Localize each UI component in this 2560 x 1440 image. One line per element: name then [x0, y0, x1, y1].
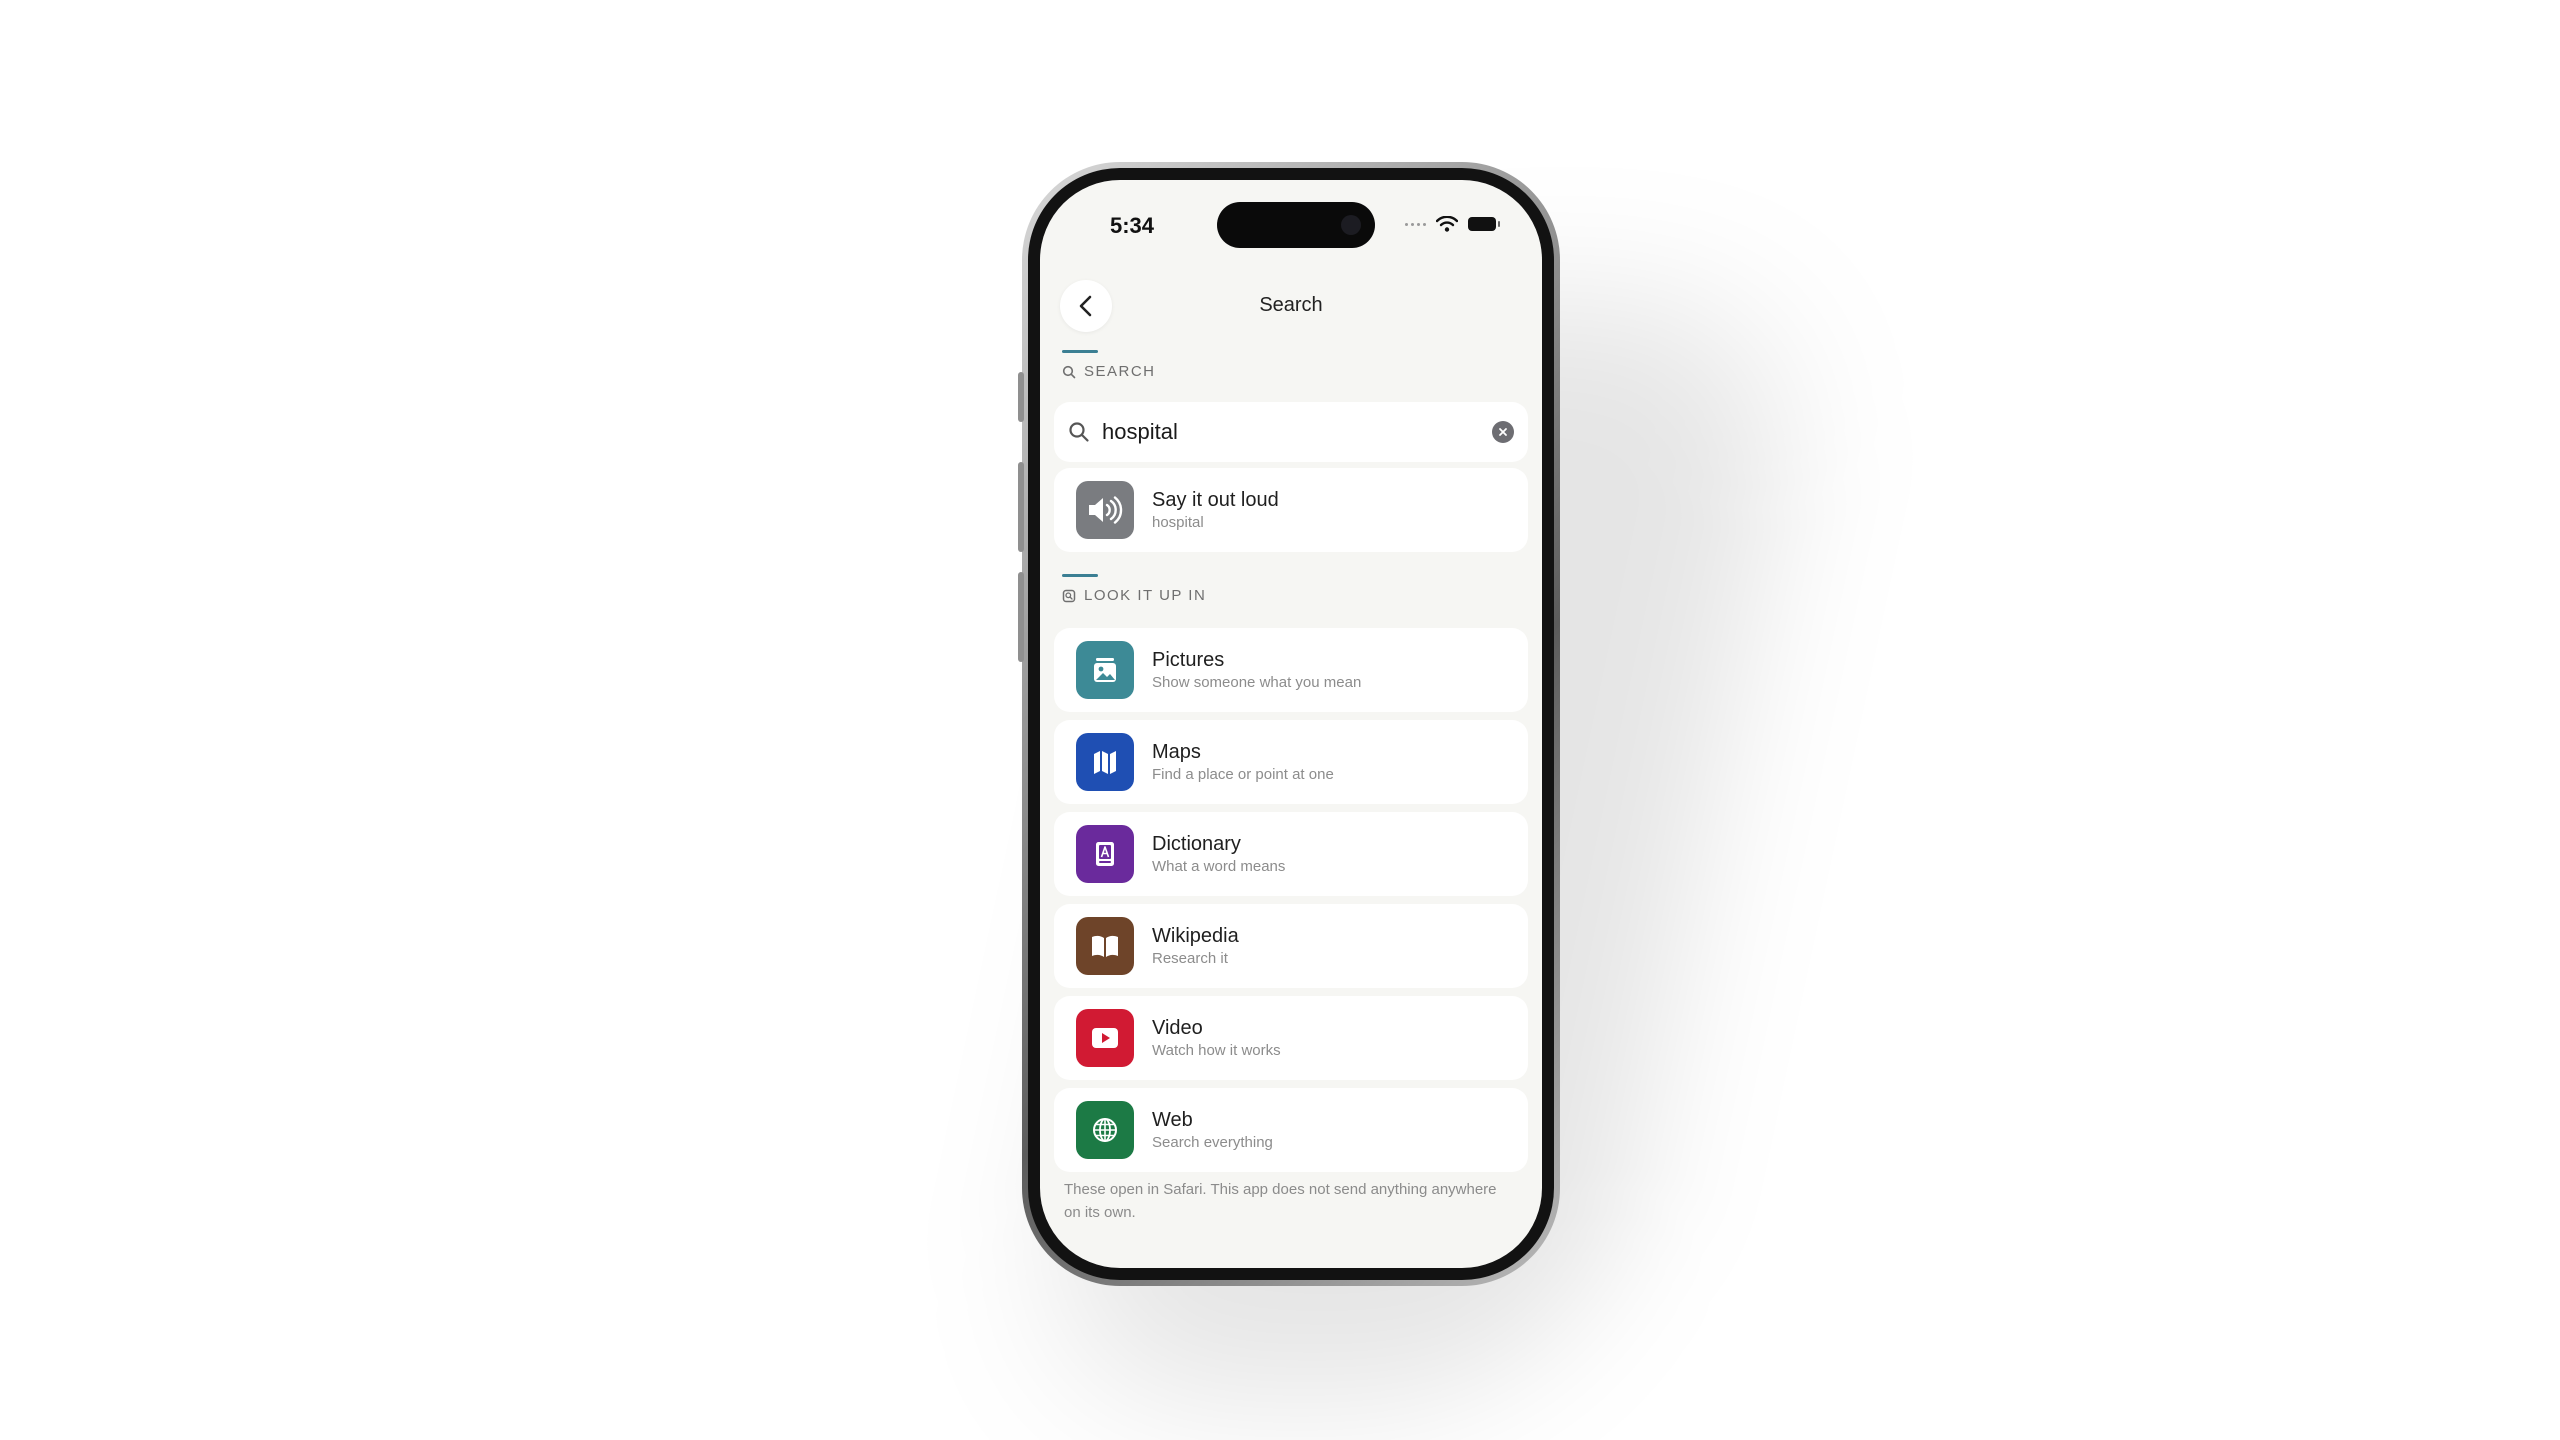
card-title: Video — [1152, 1017, 1203, 1039]
status-icons — [1405, 216, 1500, 232]
lookup-item-maps[interactable]: Maps Find a place or point at one — [1054, 720, 1528, 804]
navigation-bar: Search — [1040, 270, 1542, 338]
lookup-icon — [1062, 589, 1076, 602]
card-title: Wikipedia — [1152, 925, 1239, 947]
card-subtitle: Watch how it works — [1152, 1042, 1281, 1059]
footer-note: These open in Safari. This app does not … — [1064, 1181, 1497, 1221]
status-time: 5:34 — [1110, 213, 1155, 238]
battery-icon — [1468, 217, 1500, 231]
camera-icon — [1341, 215, 1361, 235]
play-icon — [1076, 1009, 1134, 1067]
card-title: Dictionary — [1152, 833, 1241, 855]
dynamic-island — [1217, 202, 1375, 248]
volume-down-button — [1018, 572, 1024, 662]
search-icon — [1062, 365, 1076, 378]
card-subtitle: Research it — [1152, 950, 1228, 967]
card-subtitle: Find a place or point at one — [1152, 766, 1334, 783]
pictures-icon — [1076, 641, 1134, 699]
section-label: SEARCH — [1084, 363, 1156, 380]
phone-frame: 5:34 Search SEARCH hospital Say it out l… — [1018, 162, 1560, 1286]
lookup-item-dictionary[interactable]: Dictionary What a word means — [1054, 812, 1528, 896]
section-accent-bar — [1062, 574, 1098, 577]
card-title: Pictures — [1152, 649, 1225, 671]
card-subtitle: What a word means — [1152, 858, 1286, 875]
dictionary-icon — [1076, 825, 1134, 883]
lookup-item-pictures[interactable]: Pictures Show someone what you mean — [1054, 628, 1528, 712]
phone-bezel: 5:34 Search SEARCH hospital Say it out l… — [1028, 168, 1554, 1280]
card-subtitle: Search everything — [1152, 1134, 1273, 1151]
globe-icon — [1076, 1101, 1134, 1159]
clear-search-button[interactable] — [1492, 421, 1514, 443]
lookup-section-header: LOOK IT UP IN — [1062, 574, 1206, 604]
search-field[interactable]: hospital — [1054, 402, 1528, 462]
search-icon — [1069, 422, 1089, 442]
lookup-item-wikipedia[interactable]: Wikipedia Research it — [1054, 904, 1528, 988]
wifi-icon — [1436, 216, 1458, 232]
say-it-out-loud-card[interactable]: Say it out loud hospital — [1054, 468, 1528, 552]
section-label: LOOK IT UP IN — [1084, 587, 1207, 604]
map-icon — [1076, 733, 1134, 791]
lookup-item-web[interactable]: Web Search everything — [1054, 1088, 1528, 1172]
page-title: Search — [1259, 294, 1323, 316]
screen: 5:34 Search SEARCH hospital Say it out l… — [1040, 180, 1542, 1268]
book-icon — [1076, 917, 1134, 975]
card-title: Web — [1152, 1109, 1193, 1131]
speaker-icon — [1076, 481, 1134, 539]
volume-up-button — [1018, 462, 1024, 552]
card-subtitle: Show someone what you mean — [1152, 674, 1362, 691]
lookup-item-video[interactable]: Video Watch how it works — [1054, 996, 1528, 1080]
action-button — [1018, 372, 1024, 422]
card-title: Maps — [1152, 741, 1201, 763]
card-title: Say it out loud — [1152, 489, 1279, 511]
close-icon — [1499, 428, 1507, 436]
search-section-header: SEARCH — [1062, 350, 1156, 380]
section-accent-bar — [1062, 350, 1098, 353]
signal-icon — [1405, 222, 1426, 226]
search-input[interactable]: hospital — [1102, 419, 1492, 445]
card-subtitle: hospital — [1152, 514, 1204, 531]
